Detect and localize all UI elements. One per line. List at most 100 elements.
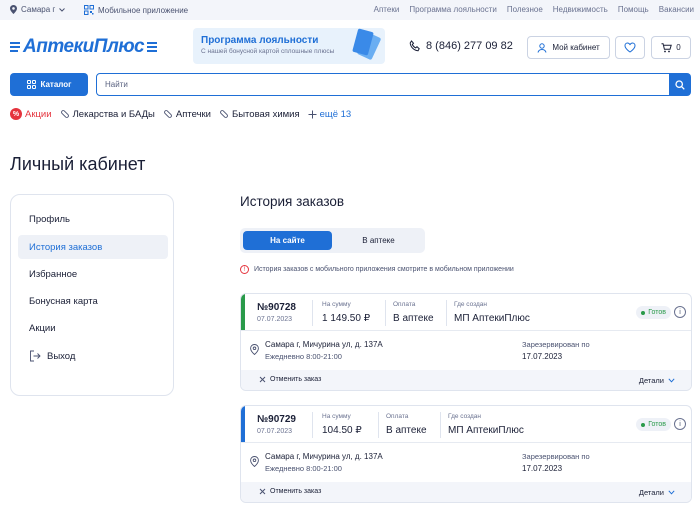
site-logo[interactable]: АптекиПлюс [10,36,158,58]
qr-code-icon [84,5,94,15]
sidebar-item-label: Бонусная карта [29,295,98,307]
order-payment: В аптеке [386,425,427,436]
category-household-label: Бытовая химия [231,108,300,120]
cancel-order-button[interactable]: Отменить заказ [259,488,321,495]
cancel-order-label: Отменить заказ [270,488,322,495]
tab-in-pharmacy[interactable]: В аптеке [335,231,422,250]
cart-icon [661,42,673,52]
plus-icon [308,110,317,118]
my-cabinet-button[interactable]: Мой кабинет [527,36,610,59]
status-text: Готов [648,309,666,316]
status-badge: Готов [636,306,671,319]
heart-icon [624,42,636,53]
category-medicines-label: Лекарства и БАДы [72,108,155,120]
note-text: История заказов с мобильного приложения … [254,266,514,273]
sum-label: На сумму [322,301,351,308]
order-number: №90728 [257,302,296,313]
section-title: История заказов [240,194,345,209]
status-text: Готов [648,421,666,428]
category-first-aid[interactable]: Аптечки [163,109,211,120]
phone-text: 8 (846) 277 09 82 [426,40,513,52]
logo-stripes-right [147,42,158,52]
order-footer: Отменить заказ Детали [241,482,691,502]
logo-text: АптекиПлюс [23,36,145,57]
details-button[interactable]: Детали [639,376,675,385]
status-badge: Готов [636,418,671,431]
divider [312,300,313,326]
pharmacy-hours: Ежедневно 8:00-21:00 [265,352,342,361]
details-label: Детали [638,376,664,385]
favorites-button[interactable] [615,36,645,59]
catalog-button[interactable]: Каталог [10,73,88,96]
sidebar-item-promotions[interactable]: Акции [18,316,168,340]
category-more[interactable]: ещё 13 [308,108,352,120]
info-icon[interactable]: i [674,418,686,430]
order-footer: Отменить заказ Детали [241,370,691,390]
details-label: Детали [638,488,664,497]
order-accent-stripe [241,294,245,330]
order-number: №90729 [257,414,296,425]
city-selector[interactable]: Самара г [10,5,66,14]
category-medicines[interactable]: Лекарства и БАДы [60,109,155,120]
top-links: Аптеки Программа лояльности Полезное Нед… [374,5,694,14]
created-label: Где создан [448,413,481,420]
top-link-help[interactable]: Помощь [618,5,649,14]
cancel-order-label: Отменить заказ [270,376,322,383]
order-source-tabs: На сайте В аптеке [240,228,425,253]
loyalty-title: Программа лояльности [201,35,319,46]
top-link-useful[interactable]: Полезное [507,5,543,14]
user-icon [537,42,547,53]
sidebar-item-label: Выход [47,350,76,362]
chevron-down-icon [668,490,675,495]
top-link-vacancies[interactable]: Вакансии [659,5,694,14]
sidebar-item-profile[interactable]: Профиль [18,207,168,231]
sidebar-item-favorites[interactable]: Избранное [18,262,168,286]
order-sum: 104.50 ₽ [322,425,362,436]
search-icon [675,79,685,90]
divider [440,412,441,438]
category-sale[interactable]: % Акции [10,108,52,120]
cancel-order-button[interactable]: Отменить заказ [259,376,321,383]
divider [312,412,313,438]
order-card: №90728 07.07.2023 На сумму 1 149.50 ₽ Оплата… [240,293,692,391]
sidebar-item-order-history[interactable]: История заказов [18,235,168,259]
search-input[interactable] [96,73,670,96]
phone-number[interactable]: 8 (846) 277 09 82 [409,40,513,52]
order-payment: В аптеке [393,313,434,324]
logout-icon [30,350,41,362]
close-icon [259,488,266,495]
cart-button[interactable]: 0 [651,36,691,59]
close-icon [259,376,266,383]
discount-icon: % [10,108,22,120]
tab-on-site[interactable]: На сайте [243,231,332,250]
details-button[interactable]: Детали [639,488,675,497]
category-more-label: ещё 13 [319,108,352,120]
pharmacy-address: Самара г, Мичурина ул, д. 137А [265,340,383,349]
created-label: Где создан [454,301,487,308]
top-link-loyalty[interactable]: Программа лояльности [409,5,497,14]
reserved-date: 17.07.2023 [522,352,563,361]
top-link-realty[interactable]: Недвижимость [553,5,608,14]
mobile-app-link[interactable]: Мобильное приложение [84,5,188,15]
payment-label: Оплата [386,413,409,420]
mobile-app-label: Мобильное приложение [98,5,189,15]
search-button[interactable] [669,73,691,96]
pharmacy-hours: Ежедневно 8:00-21:00 [265,464,342,473]
sidebar-item-label: Профиль [29,213,71,225]
reserved-label: Зарезервирован по [522,452,590,461]
loyalty-banner[interactable]: Программа лояльности С нашей бонусной ка… [193,28,385,64]
divider [446,300,447,326]
page-title: Личный кабинет [10,154,146,174]
top-link-pharmacies[interactable]: Аптеки [374,5,400,14]
cart-count: 0 [676,43,681,52]
phone-icon [409,40,420,52]
info-icon[interactable]: i [674,306,686,318]
pill-icon [60,110,69,118]
sidebar-item-logout[interactable]: Выход [18,344,168,368]
payment-label: Оплата [393,301,416,308]
city-label: Самара г [21,5,56,14]
category-household[interactable]: Бытовая химия [219,109,300,120]
sidebar-item-bonus-card[interactable]: Бонусная карта [18,289,168,313]
chevron-down-icon [59,7,66,12]
pharmacy-address: Самара г, Мичурина ул, д. 137А [265,452,383,461]
